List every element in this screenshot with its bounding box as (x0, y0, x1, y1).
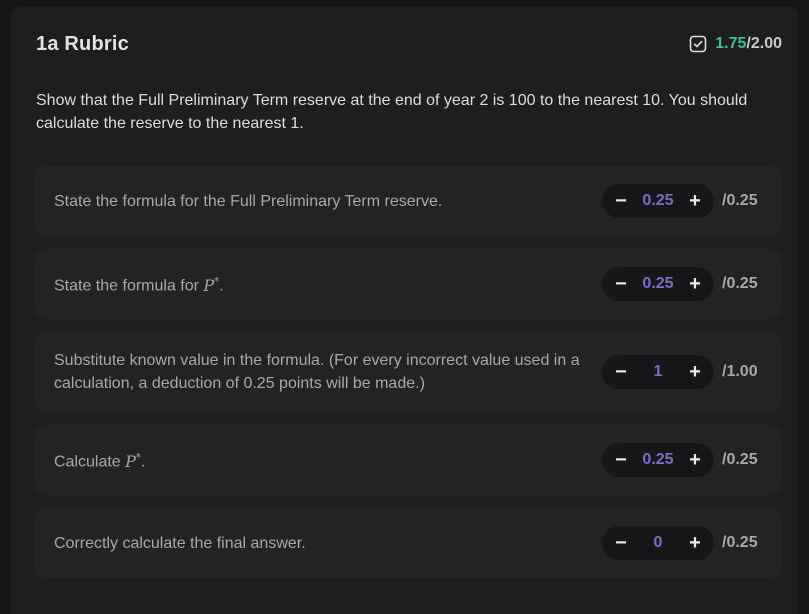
criterion-controls: − 1 + /1.00 (602, 355, 764, 389)
criterion-label: State the formula for (54, 277, 204, 295)
criterion-text: Substitute known value in the formula. (… (54, 349, 584, 395)
criterion-item: Correctly calculate the final answer. − … (35, 508, 781, 578)
score-value[interactable]: 0 (632, 534, 684, 552)
criterion-controls: − 0.25 + /0.25 (602, 184, 764, 218)
decrement-button[interactable]: − (610, 361, 632, 384)
increment-button[interactable]: + (684, 190, 706, 213)
score-stepper: − 0.25 + (602, 443, 714, 477)
max-score: /0.25 (722, 192, 758, 209)
score-value[interactable]: 0.25 (632, 451, 684, 469)
criterion-text: State the formula for the Full Prelimina… (54, 190, 442, 213)
rubric-score: 1.75 /2.00 (689, 35, 782, 53)
score-value[interactable]: 0.25 (632, 275, 684, 293)
max-score: /0.25 (722, 451, 758, 468)
score-stepper: − 0 + (602, 526, 714, 560)
increment-button[interactable]: + (684, 273, 706, 296)
score-value[interactable]: 1 (632, 363, 684, 381)
criterion-label: Calculate (54, 453, 126, 471)
criterion-controls: − 0.25 + /0.25 (602, 267, 764, 301)
criteria-list: State the formula for the Full Prelimina… (35, 166, 781, 591)
math-expression: P* (203, 275, 220, 295)
score-value[interactable]: 0.25 (632, 192, 684, 210)
max-score: /1.00 (722, 363, 758, 380)
max-score: /0.25 (722, 275, 758, 292)
criterion-item: Substitute known value in the formula. (… (35, 332, 781, 412)
score-stepper: − 1 + (602, 355, 714, 389)
criterion-text: Calculate P*. (54, 451, 146, 471)
score-total: /2.00 (746, 35, 782, 52)
rubric-title: 1a Rubric (36, 32, 129, 55)
score-stepper: − 0.25 + (602, 184, 714, 218)
rubric-panel: 1a Rubric 1.75 /2.00 Show that the Full … (11, 7, 798, 614)
math-expression: P* (125, 451, 141, 471)
checkbox-check-icon (689, 35, 707, 53)
criterion-item: State the formula for the Full Prelimina… (35, 166, 781, 236)
decrement-button[interactable]: − (610, 449, 632, 472)
criterion-text: Correctly calculate the final answer. (54, 532, 306, 555)
decrement-button[interactable]: − (610, 190, 632, 213)
criterion-label: Substitute known value in the formula. (… (54, 352, 580, 392)
criterion-item: State the formula for P*. − 0.25 + /0.25 (35, 249, 781, 319)
score-earned: 1.75 (715, 35, 747, 52)
question-description: Show that the Full Preliminary Term rese… (36, 92, 748, 132)
max-score: /0.25 (722, 534, 758, 551)
decrement-button[interactable]: − (610, 532, 632, 555)
rubric-header: 1a Rubric 1.75 /2.00 (36, 31, 782, 57)
increment-button[interactable]: + (684, 449, 706, 472)
criterion-item: Calculate P*. − 0.25 + /0.25 (35, 425, 781, 495)
score-stepper: − 0.25 + (602, 267, 714, 301)
decrement-button[interactable]: − (610, 273, 632, 296)
increment-button[interactable]: + (684, 361, 706, 384)
criterion-controls: − 0.25 + /0.25 (602, 443, 764, 477)
criterion-label: State the formula for the Full Prelimina… (54, 192, 443, 210)
criterion-text: State the formula for P*. (54, 275, 224, 295)
increment-button[interactable]: + (684, 532, 706, 555)
criterion-label: Correctly calculate the final answer. (54, 534, 306, 552)
criterion-controls: − 0 + /0.25 (602, 526, 764, 560)
